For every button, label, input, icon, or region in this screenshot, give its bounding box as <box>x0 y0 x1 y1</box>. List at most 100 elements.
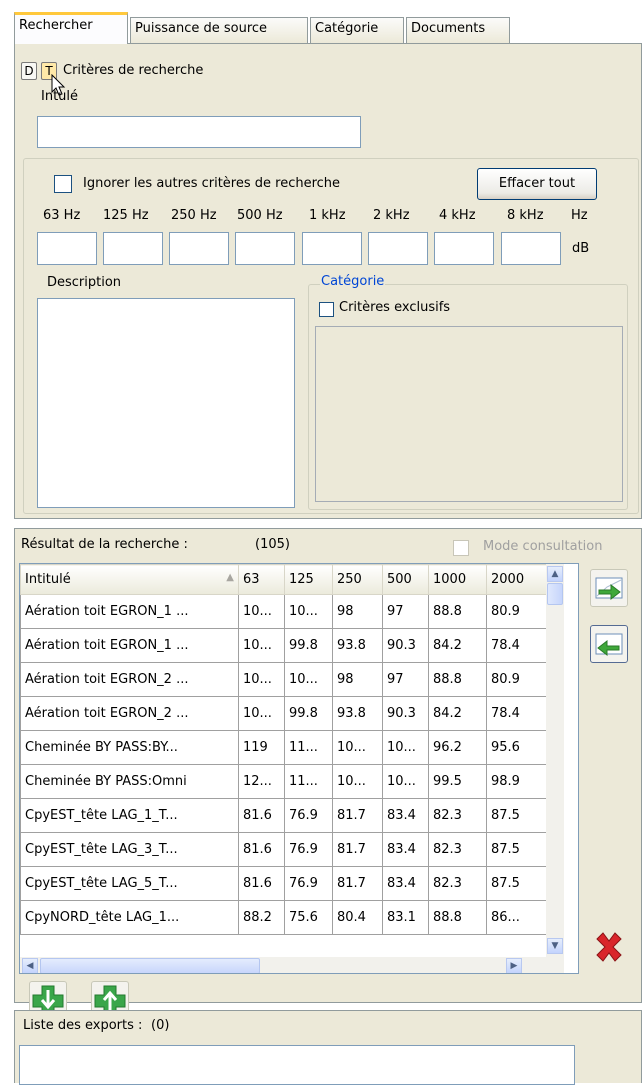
table-row[interactable]: Cheminée BY PASS:BY... 119 11... 10... 10...… <box>20 730 547 765</box>
tab-label: Catégorie <box>315 21 379 36</box>
table-row[interactable]: Cheminée BY PASS:Omni 12... 11... 10... 10..… <box>20 764 547 799</box>
table-cell: CpyNORD_tête LAG_1... <box>20 900 239 935</box>
mode-consultation-checkbox[interactable] <box>453 540 469 556</box>
table-row[interactable]: CpyEST_tête LAG_1_T... 81.6 76.9 81.7 83.4 82… <box>20 798 547 833</box>
table-cell: 98 <box>332 594 383 629</box>
table-row[interactable]: Aération toit EGRON_1 ... 10... 99.8 93.8 90… <box>20 628 547 663</box>
table-cell: 87.5 <box>486 866 547 901</box>
search-criteria-panel: D T Critères de recherche Intulé Ignorer… <box>14 43 642 519</box>
description-textarea[interactable] <box>37 298 295 508</box>
exclusive-criteria-label: Critères exclusifs <box>339 300 451 315</box>
unit-db-label: dB <box>572 241 590 256</box>
table-cell: 86... <box>486 900 547 935</box>
freq-label-63: 63 Hz <box>43 208 81 223</box>
column-header-intitule[interactable]: Intitulé ▲ <box>20 564 239 595</box>
table-row[interactable]: CpyEST_tête LAG_5_T... 81.6 76.9 81.7 83.4 82… <box>20 866 547 901</box>
table-cell: 78.4 <box>486 696 547 731</box>
table-cell: 81.6 <box>238 832 285 867</box>
table-row[interactable]: Aération toit EGRON_2 ... 10... 99.8 93.8 90… <box>20 696 547 731</box>
table-cell: 84.2 <box>428 696 487 731</box>
db-input-1k[interactable] <box>302 232 362 265</box>
tab-categorie[interactable]: Catégorie <box>310 17 404 43</box>
import-button[interactable] <box>590 625 628 663</box>
column-header-125[interactable]: 125 <box>284 564 333 595</box>
horizontal-scroll-thumb[interactable] <box>40 958 260 973</box>
delete-button[interactable] <box>591 929 627 965</box>
table-row[interactable]: CpyNORD_tête LAG_1... 88.2 75.6 80.4 83.1 88.… <box>20 900 547 935</box>
table-cell: 82.3 <box>428 866 487 901</box>
table-row[interactable]: Aération toit EGRON_1 ... 10... 10... 98 97 8… <box>20 594 547 629</box>
vertical-scrollbar[interactable]: ▲ ▼ <box>546 564 564 957</box>
table-row[interactable]: Aération toit EGRON_2 ... 10... 10... 98 97 8… <box>20 662 547 697</box>
db-input-63[interactable] <box>37 232 97 265</box>
freq-label-250: 250 Hz <box>171 208 217 223</box>
tab-rechercher[interactable]: Rechercher <box>14 12 128 44</box>
db-input-250[interactable] <box>169 232 229 265</box>
table-cell: Cheminée BY PASS:Omni <box>20 764 239 799</box>
scroll-up-icon[interactable]: ▲ <box>547 566 563 582</box>
tab-label: Rechercher <box>19 18 93 33</box>
table-row[interactable]: CpyEST_tête LAG_3_T... 81.6 76.9 81.7 83.4 82… <box>20 832 547 867</box>
results-title: Résultat de la recherche : <box>21 537 188 552</box>
vertical-scroll-thumb[interactable] <box>547 583 563 605</box>
table-cell: 83.4 <box>382 832 429 867</box>
table-cell: 10... <box>382 730 429 765</box>
table-cell: Aération toit EGRON_1 ... <box>20 594 239 629</box>
table-cell: Aération toit EGRON_2 ... <box>20 662 239 697</box>
column-header-63[interactable]: 63 <box>238 564 285 595</box>
table-cell: 80.4 <box>332 900 383 935</box>
intitule-label: Intulé <box>41 89 79 104</box>
table-cell: Aération toit EGRON_2 ... <box>20 696 239 731</box>
column-header-2000[interactable]: 2000 <box>486 564 547 595</box>
tab-puissance-de-source[interactable]: Puissance de source <box>130 17 308 43</box>
send-right-arrow-icon <box>595 577 623 601</box>
table-cell: 81.6 <box>238 866 285 901</box>
table-cell: 76.9 <box>284 832 333 867</box>
table-cell: CpyEST_tête LAG_3_T... <box>20 832 239 867</box>
ignore-criteria-checkbox[interactable] <box>54 175 72 193</box>
db-input-8k[interactable] <box>501 232 561 265</box>
column-header-250[interactable]: 250 <box>332 564 383 595</box>
table-cell: 93.8 <box>332 696 383 731</box>
db-input-2k[interactable] <box>368 232 428 265</box>
exports-count: (0) <box>151 1018 170 1033</box>
table-cell: 83.1 <box>382 900 429 935</box>
export-all-button[interactable] <box>590 569 628 607</box>
table-cell: 80.9 <box>486 594 547 629</box>
table-cell: 10... <box>382 764 429 799</box>
results-count: (105) <box>255 537 290 552</box>
d-toggle-button[interactable]: D <box>21 62 37 80</box>
tab-documents[interactable]: Documents <box>406 17 510 43</box>
table-cell: 10... <box>332 764 383 799</box>
clear-all-label: Effacer tout <box>498 176 576 191</box>
horizontal-scrollbar[interactable]: ◀ ▶ <box>20 957 564 973</box>
table-cell: 95.6 <box>486 730 547 765</box>
db-input-500[interactable] <box>235 232 295 265</box>
freq-label-8k: 8 kHz <box>507 208 544 223</box>
results-table: Intitulé ▲ 63 125 250 500 1000 2000 Aérat… <box>20 564 547 935</box>
exclusive-criteria-checkbox[interactable] <box>319 302 334 317</box>
db-input-4k[interactable] <box>434 232 494 265</box>
column-header-500[interactable]: 500 <box>382 564 429 595</box>
db-input-125[interactable] <box>103 232 163 265</box>
scroll-left-icon[interactable]: ◀ <box>22 958 38 973</box>
table-cell: 88.8 <box>428 662 487 697</box>
table-cell: 97 <box>382 662 429 697</box>
column-header-1000[interactable]: 1000 <box>428 564 487 595</box>
scroll-right-icon[interactable]: ▶ <box>506 958 522 973</box>
scroll-down-icon[interactable]: ▼ <box>547 938 563 954</box>
table-cell: 83.4 <box>382 866 429 901</box>
results-grid[interactable]: Intitulé ▲ 63 125 250 500 1000 2000 Aérat… <box>19 563 579 974</box>
table-cell: 88.8 <box>428 900 487 935</box>
table-cell: 84.2 <box>428 628 487 663</box>
category-list[interactable] <box>315 326 623 502</box>
clear-all-button[interactable]: Effacer tout <box>477 168 597 200</box>
table-cell: 76.9 <box>284 798 333 833</box>
intitule-input[interactable] <box>37 116 361 148</box>
freq-label-125: 125 Hz <box>103 208 149 223</box>
exports-title: Liste des exports : <box>23 1018 143 1033</box>
red-x-icon <box>596 932 622 962</box>
table-cell: 10... <box>238 594 285 629</box>
table-cell: 93.8 <box>332 628 383 663</box>
exports-list[interactable] <box>19 1045 575 1085</box>
